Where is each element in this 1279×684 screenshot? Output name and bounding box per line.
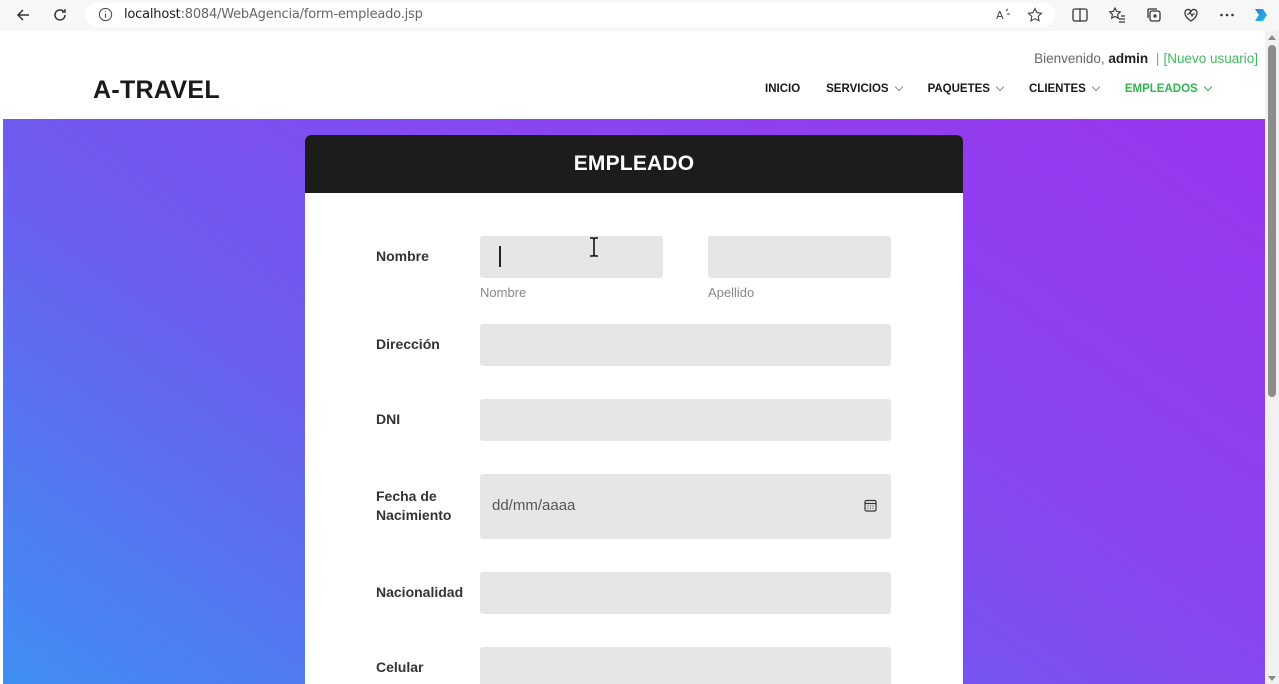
direccion-label: Dirección — [376, 336, 440, 352]
nombre-hint: Nombre — [480, 285, 527, 300]
chevron-down-icon — [1203, 82, 1212, 92]
browser-toolbar: localhost:8084/WebAgencia/form-empleado.… — [0, 0, 1279, 31]
site-header: Bienvenido, admin | [Nuevo usuario] A-TRA… — [3, 31, 1265, 119]
menu-label: CLIENTES — [1028, 83, 1086, 95]
text-cursor-icon — [590, 237, 598, 257]
menu-item-inicio[interactable]: INICIO — [765, 83, 800, 95]
welcome-separator: | — [1155, 51, 1160, 66]
url-path: :8084/WebAgencia/form-empleado.jsp — [180, 7, 423, 22]
nombre-input[interactable] — [480, 236, 663, 278]
username: admin — [1108, 51, 1149, 66]
fecha-nacimiento-label: Fecha de Nacimiento — [376, 487, 451, 525]
refresh-icon[interactable] — [50, 5, 70, 25]
celular-label: Celular — [376, 659, 424, 675]
scrollbar-thumb[interactable] — [1268, 45, 1276, 397]
site-logo[interactable]: A-TRAVEL — [93, 76, 220, 105]
menu-label: SERVICIOS — [826, 83, 889, 95]
new-user-link[interactable]: [Nuevo usuario] — [1163, 51, 1258, 66]
browser-essentials-icon[interactable] — [1182, 6, 1200, 24]
chevron-down-icon — [894, 82, 903, 92]
nacionalidad-label: Nacionalidad — [376, 584, 464, 600]
nacionalidad-input[interactable] — [480, 572, 891, 614]
menu-label: EMPLEADOS — [1124, 83, 1198, 95]
collections-icon[interactable] — [1145, 6, 1163, 24]
menu-label: PAQUETES — [927, 83, 990, 95]
dni-input[interactable] — [480, 399, 891, 441]
url-host: localhost — [124, 7, 181, 22]
address-bar[interactable]: localhost:8084/WebAgencia/form-empleado.… — [85, 3, 1055, 27]
calendar-icon[interactable] — [864, 499, 877, 512]
favorite-star-icon[interactable] — [1027, 7, 1043, 23]
chevron-down-icon — [1091, 82, 1101, 92]
menu-item-servicios[interactable]: SERVICIOS — [826, 82, 903, 95]
fecha-label-line2: Nacimiento — [376, 507, 452, 523]
text-caret — [499, 246, 501, 267]
scroll-down-icon[interactable] — [1268, 676, 1276, 681]
apellido-input[interactable] — [708, 236, 891, 278]
menu-item-paquetes[interactable]: PAQUETES — [927, 82, 1005, 95]
date-placeholder: dd/mm/aaaa — [492, 497, 576, 514]
chevron-down-icon — [995, 82, 1005, 92]
welcome-prefix: Bienvenido, — [1034, 51, 1105, 66]
favorites-icon[interactable] — [1108, 6, 1126, 24]
nombre-label: Nombre — [376, 248, 429, 264]
fecha-nacimiento-input[interactable]: dd/mm/aaaa — [480, 474, 891, 539]
scroll-up-icon[interactable] — [1268, 35, 1276, 40]
back-icon[interactable] — [13, 5, 33, 25]
menu-label: INICIO — [765, 83, 801, 95]
main-menu: INICIO SERVICIOS PAQUETES CLIENTES EMPLE… — [765, 82, 1212, 95]
vertical-scrollbar[interactable] — [1265, 31, 1279, 684]
svg-text:A: A — [996, 9, 1004, 22]
form-header: EMPLEADO — [305, 135, 963, 193]
split-screen-icon[interactable] — [1071, 6, 1089, 24]
more-options-icon[interactable] — [1218, 6, 1236, 24]
apellido-hint: Apellido — [708, 285, 755, 300]
menu-item-empleados[interactable]: EMPLEADOS — [1124, 82, 1212, 95]
url-text[interactable]: localhost:8084/WebAgencia/form-empleado.… — [124, 7, 423, 22]
welcome-message: Bienvenido, admin | [Nuevo usuario] — [1034, 51, 1258, 66]
form-title: EMPLEADO — [573, 152, 695, 175]
direccion-input[interactable] — [480, 324, 891, 366]
read-aloud-icon[interactable]: A — [995, 7, 1011, 23]
celular-input[interactable] — [480, 647, 891, 684]
site-info-icon[interactable] — [98, 7, 113, 22]
fecha-label-line1: Fecha de — [376, 488, 437, 504]
copilot-icon[interactable] — [1251, 5, 1271, 25]
employee-form-card: EMPLEADO Nombre Nombre Apellido Direcció… — [305, 135, 963, 684]
menu-item-clientes[interactable]: CLIENTES — [1028, 82, 1101, 95]
dni-label: DNI — [376, 411, 401, 427]
